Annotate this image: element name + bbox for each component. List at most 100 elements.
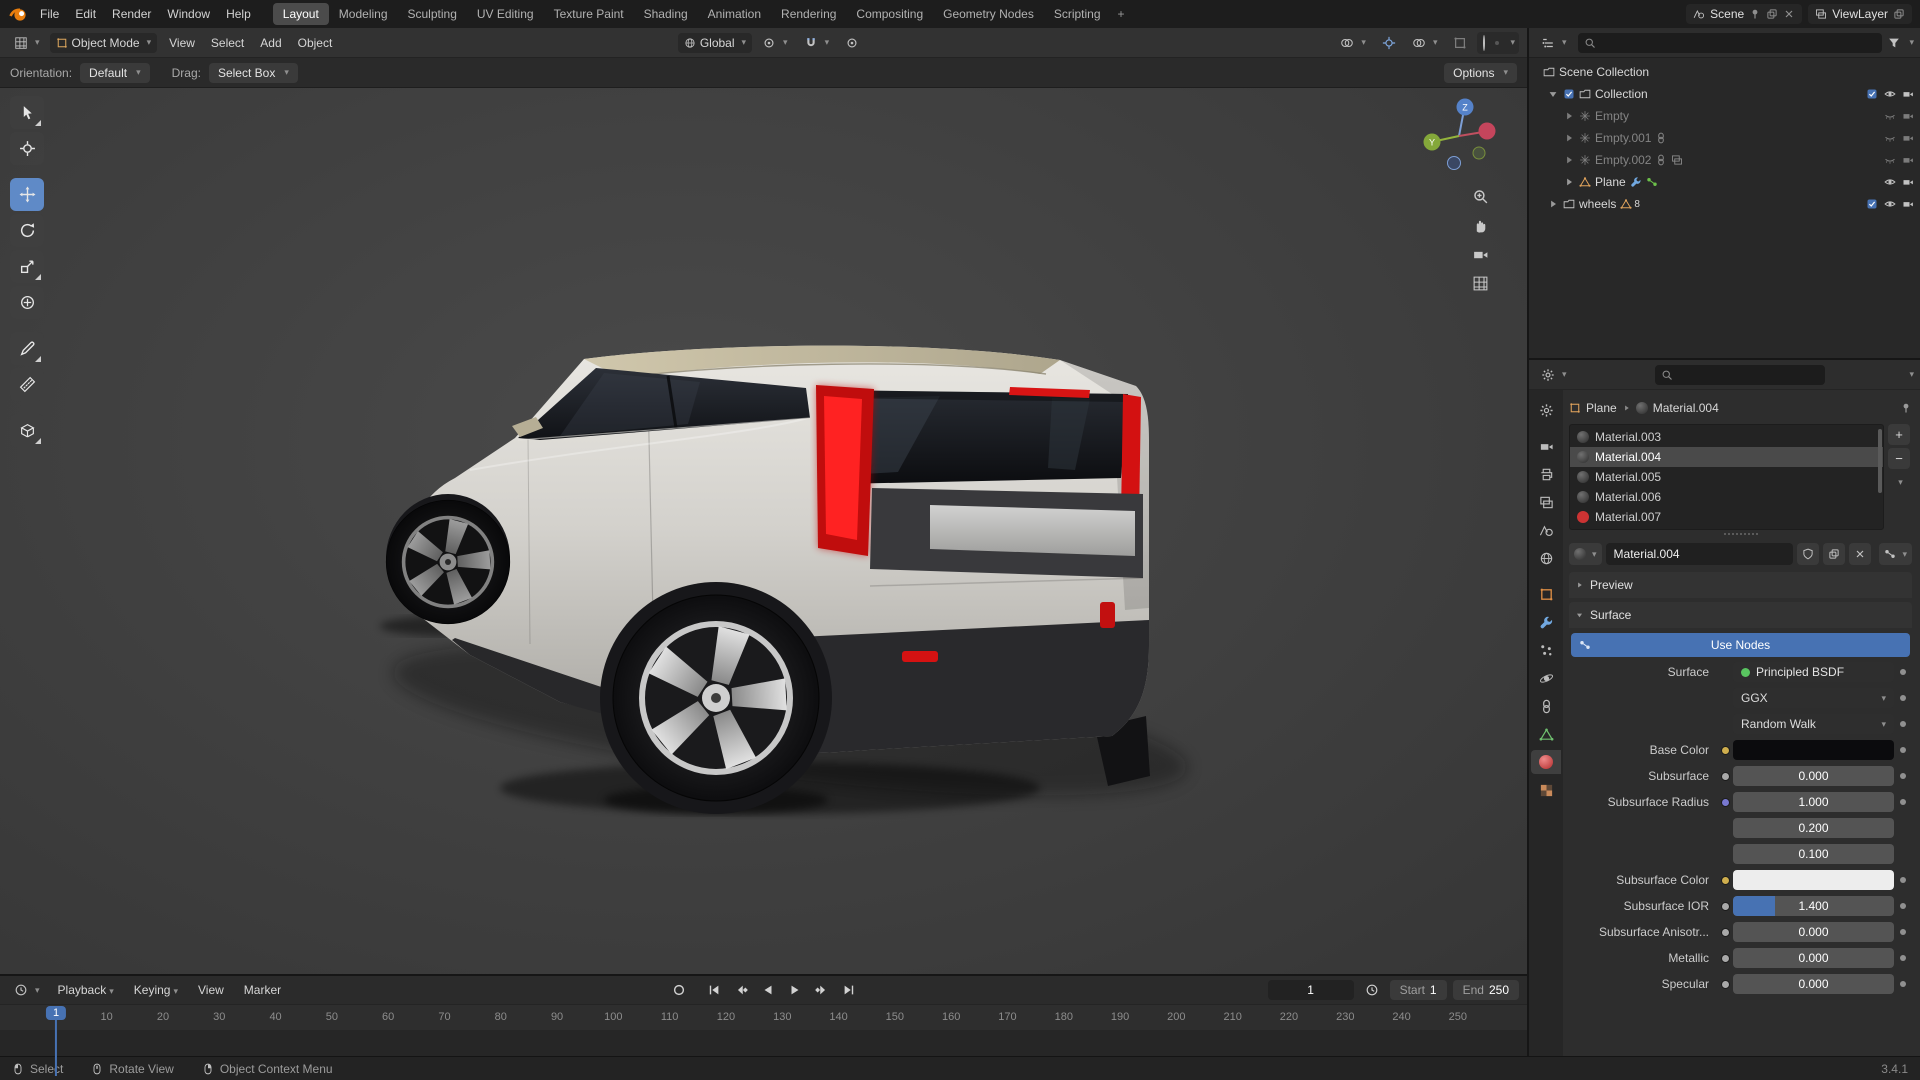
workspace-tab[interactable]: Texture Paint [544, 3, 634, 25]
render-camera-icon[interactable] [1902, 198, 1914, 210]
move-tool[interactable] [10, 178, 44, 211]
animate-dot[interactable] [1900, 773, 1906, 779]
topbar-menu-item[interactable]: Help [218, 4, 259, 24]
timeline-track-area[interactable] [0, 1030, 1527, 1056]
outliner-search[interactable] [1577, 32, 1883, 53]
3d-viewport[interactable]: Z Y [0, 88, 1527, 974]
fake-user-button[interactable] [1797, 543, 1820, 565]
subsurface-radius-x-slider[interactable]: 1.000 [1733, 792, 1894, 812]
pin-icon[interactable] [1900, 402, 1912, 414]
topbar-menu-item[interactable]: Window [159, 4, 218, 24]
outliner-options-dropdown[interactable]: ▾ [1909, 37, 1914, 48]
subsurface-color-swatch[interactable] [1733, 870, 1894, 890]
new-viewlayer-icon[interactable] [1893, 8, 1905, 20]
properties-options-dropdown[interactable]: ▾ [1909, 369, 1914, 380]
distribution-dropdown[interactable]: GGX ▾ [1733, 688, 1894, 708]
workspace-tab[interactable]: Layout [272, 3, 329, 25]
topbar-menu-item[interactable]: Render [104, 4, 159, 24]
tab-texture[interactable] [1531, 778, 1561, 802]
view-menu[interactable]: View [190, 979, 232, 1001]
workspace-tab[interactable]: Shading [634, 3, 698, 25]
render-camera-icon[interactable] [1902, 154, 1914, 166]
timeline-ruler[interactable]: 10 20 30 40 50 60 70 80 90 100 110 120 130 140 150 160 1… [0, 1004, 1527, 1030]
material-name-field[interactable]: Material.004 [1605, 543, 1794, 565]
annotate-tool[interactable] [10, 332, 44, 365]
editor-type-button[interactable]: ▾ [8, 33, 46, 53]
animate-dot[interactable] [1900, 981, 1906, 987]
slot-list-scrollbar[interactable] [1878, 429, 1882, 493]
workspace-tab[interactable]: Geometry Nodes [933, 3, 1044, 25]
add-cube-tool[interactable] [10, 414, 44, 447]
use-nodes-button[interactable]: Use Nodes [1571, 633, 1910, 657]
expand-icon[interactable] [1563, 132, 1575, 144]
scene-selector[interactable]: Scene [1686, 4, 1803, 24]
slot-specials-dropdown[interactable]: ▾ [1888, 472, 1910, 493]
transform-tool[interactable] [10, 286, 44, 319]
pivot-dropdown[interactable]: ▾ [756, 33, 794, 53]
topbar-menu-item[interactable]: Edit [67, 4, 104, 24]
workspace-tab[interactable]: Modeling [329, 3, 398, 25]
options-button[interactable]: Options ▾ [1444, 62, 1517, 83]
axis-negy-ball[interactable] [1472, 146, 1486, 160]
rotate-tool[interactable] [10, 214, 44, 247]
expand-icon[interactable] [1547, 198, 1559, 210]
workspace-tab[interactable]: Animation [698, 3, 771, 25]
render-camera-icon[interactable] [1902, 88, 1914, 100]
subsurface-anisotropy-slider[interactable]: 0.000 [1733, 922, 1894, 942]
specular-slider[interactable]: 0.000 [1733, 974, 1894, 994]
visibility-dropdown[interactable]: ▾ [1334, 33, 1372, 53]
outliner-row-empty-002[interactable]: Empty.002 [1529, 149, 1920, 171]
tab-tool[interactable] [1531, 398, 1561, 422]
material-slot[interactable]: Material.007 [1570, 507, 1883, 527]
outliner-row-collection[interactable]: Collection [1529, 83, 1920, 105]
timeline-editor-type-button[interactable]: ▾ [8, 980, 46, 1000]
drag-setting-dropdown[interactable]: Select Box ▾ [208, 62, 298, 83]
properties-search-input[interactable] [1677, 367, 1833, 382]
collection-checkbox[interactable] [1866, 198, 1878, 210]
tab-physics[interactable] [1531, 666, 1561, 690]
viewlayer-selector[interactable]: ViewLayer [1808, 4, 1912, 24]
workspace-tab[interactable]: Rendering [771, 3, 846, 25]
animate-dot[interactable] [1900, 877, 1906, 883]
hide-eye-icon[interactable] [1884, 176, 1896, 188]
viewport-menu-item[interactable]: View [161, 32, 203, 54]
outliner-editor-type-button[interactable]: ▾ [1535, 33, 1573, 53]
workspace-tab[interactable]: Sculpting [398, 3, 467, 25]
animate-dot[interactable] [1900, 721, 1906, 727]
surface-shader-button[interactable]: Principled BSDF [1733, 662, 1894, 682]
pin-icon[interactable] [1749, 8, 1761, 20]
animate-dot[interactable] [1900, 669, 1906, 675]
viewport-menu-item[interactable]: Add [252, 32, 289, 54]
workspace-tab[interactable]: Scripting [1044, 3, 1111, 25]
render-camera-icon[interactable] [1902, 110, 1914, 122]
material-slot[interactable]: Material.006 [1570, 487, 1883, 507]
auto-keying-button[interactable] [667, 979, 691, 1001]
workspace-tab[interactable]: UV Editing [467, 3, 544, 25]
tab-constraints[interactable] [1531, 694, 1561, 718]
current-frame-field[interactable]: 1 [1267, 980, 1354, 1000]
measure-tool[interactable] [10, 368, 44, 401]
orientation-dropdown[interactable]: Global ▾ [677, 32, 753, 53]
expand-icon[interactable] [1563, 110, 1575, 122]
subsurface-ior-slider[interactable]: 1.400 [1733, 896, 1894, 916]
pan-hand-icon[interactable] [1472, 217, 1489, 234]
keying-menu[interactable]: Keying ▾ [126, 979, 186, 1001]
camera-view-icon[interactable] [1472, 246, 1489, 263]
outliner-search-input[interactable] [1600, 35, 1877, 50]
orientation-setting-dropdown[interactable]: Default ▾ [80, 62, 150, 83]
animate-dot[interactable] [1900, 903, 1906, 909]
list-resize-grip[interactable] [1569, 530, 1912, 538]
outliner-row-scene-collection[interactable]: Scene Collection [1529, 61, 1920, 83]
playhead[interactable]: 1 [45, 1006, 67, 1076]
hide-eye-closed-icon[interactable] [1884, 154, 1896, 166]
animate-dot[interactable] [1900, 929, 1906, 935]
expand-icon[interactable] [1563, 176, 1575, 188]
shading-rendered-button[interactable] [1501, 41, 1505, 45]
new-scene-icon[interactable] [1766, 8, 1778, 20]
use-preview-range-button[interactable] [1360, 979, 1384, 1001]
cursor-tool[interactable] [10, 132, 44, 165]
shading-solid-button[interactable] [1489, 41, 1493, 45]
mode-dropdown[interactable]: Object Mode ▾ [49, 32, 158, 53]
shading-wireframe-button[interactable] [1481, 34, 1487, 52]
new-material-button[interactable] [1823, 543, 1846, 565]
